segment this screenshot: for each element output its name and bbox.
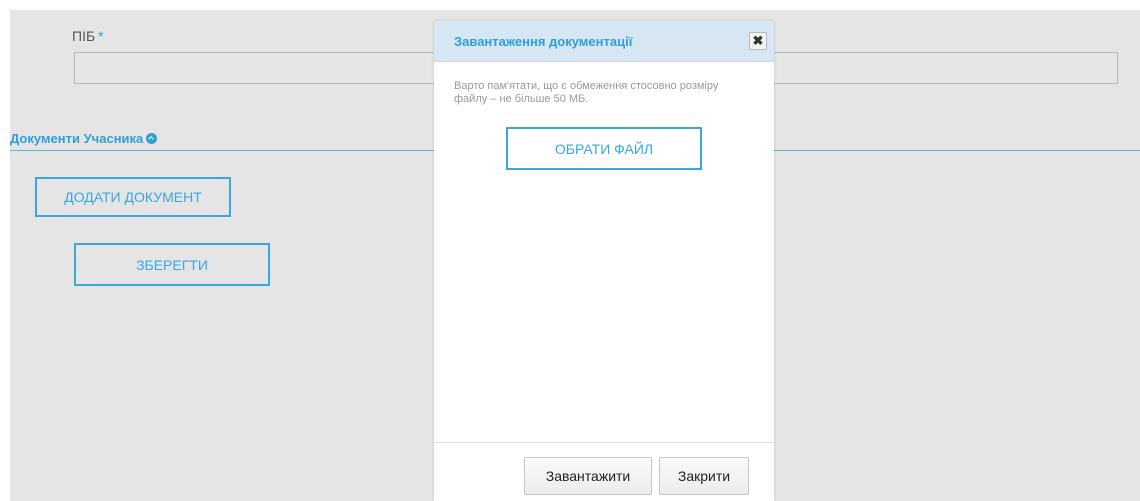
close-button[interactable]: Закрити (659, 457, 749, 495)
add-document-button[interactable]: Додати документ (35, 177, 231, 217)
upload-button[interactable]: Завантажити (524, 457, 652, 495)
save-button[interactable]: Зберегти (74, 243, 270, 286)
close-icon[interactable]: ✖ (749, 32, 767, 50)
choose-file-button[interactable]: Обрати файл (506, 127, 702, 170)
name-field-label: ПІБ * (72, 28, 104, 44)
page: ПІБ * Документи Учасника Додати документ … (0, 0, 1140, 501)
dialog-title: Завантаження документації (454, 34, 633, 49)
file-size-note: Варто пам'ятати, що є обмеження стосовно… (454, 80, 719, 105)
chevron-up-circle-icon[interactable] (146, 133, 158, 144)
section-header[interactable]: Документи Учасника (10, 131, 158, 146)
upload-dialog: Завантаження документації ✖ Варто пам'ят… (434, 21, 774, 501)
dialog-footer-divider (434, 442, 774, 443)
name-label-text: ПІБ (72, 28, 96, 44)
section-title: Документи Учасника (10, 131, 144, 146)
dialog-header: Завантаження документації ✖ (434, 21, 774, 62)
required-marker: * (98, 28, 104, 44)
